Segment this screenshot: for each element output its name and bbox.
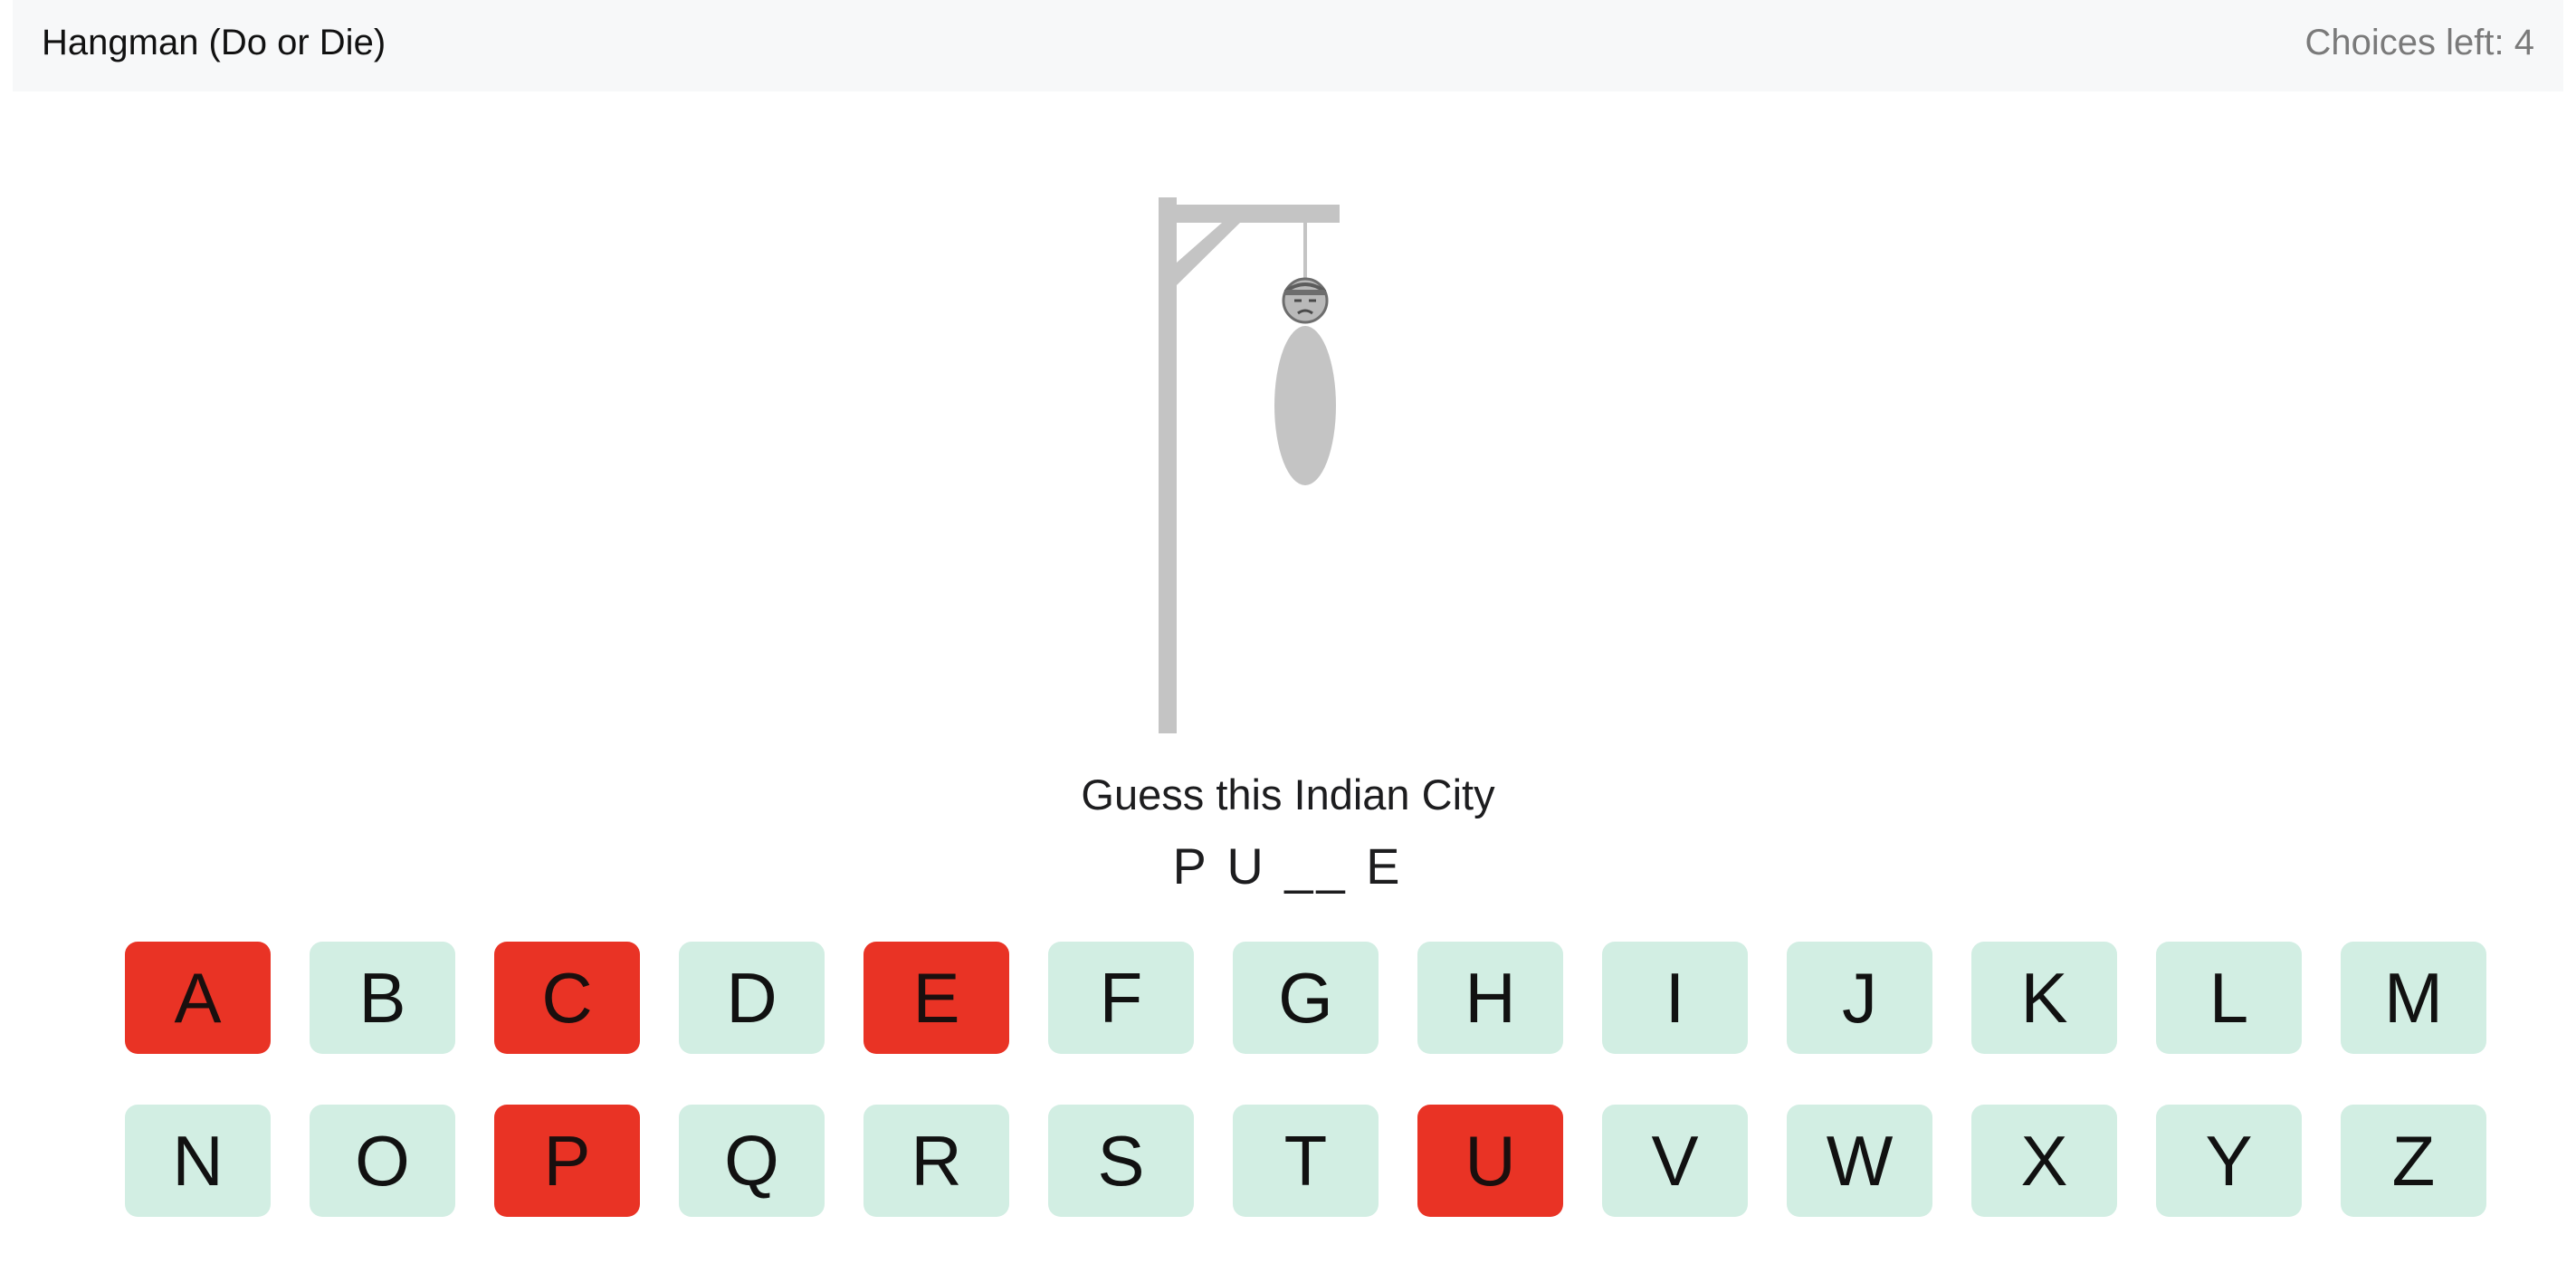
letter-key-a[interactable]: A bbox=[125, 942, 271, 1054]
letter-key-g[interactable]: G bbox=[1233, 942, 1379, 1054]
gallows-post bbox=[1159, 197, 1177, 733]
letter-key-x[interactable]: X bbox=[1971, 1105, 2117, 1217]
letter-key-i[interactable]: I bbox=[1602, 942, 1748, 1054]
letter-key-s[interactable]: S bbox=[1048, 1105, 1194, 1217]
letter-key-o[interactable]: O bbox=[310, 1105, 455, 1217]
letter-key-d[interactable]: D bbox=[679, 942, 825, 1054]
letter-key-e[interactable]: E bbox=[863, 942, 1009, 1054]
category-prompt: Guess this Indian City bbox=[1081, 770, 1495, 818]
letter-key-j[interactable]: J bbox=[1787, 942, 1932, 1054]
keyboard-row-1: A B C D E F G H I J K L M bbox=[125, 942, 2486, 1054]
letter-key-z[interactable]: Z bbox=[2341, 1105, 2486, 1217]
gallows-rope bbox=[1303, 223, 1307, 279]
letter-key-b[interactable]: B bbox=[310, 942, 455, 1054]
letter-key-t[interactable]: T bbox=[1233, 1105, 1379, 1217]
gallows-beam bbox=[1159, 205, 1340, 223]
letter-key-h[interactable]: H bbox=[1417, 942, 1563, 1054]
app-title: Hangman (Do or Die) bbox=[42, 23, 386, 62]
letter-key-u[interactable]: U bbox=[1417, 1105, 1563, 1217]
figure-body bbox=[1274, 326, 1336, 485]
letter-key-l[interactable]: L bbox=[2156, 942, 2302, 1054]
letter-key-r[interactable]: R bbox=[863, 1105, 1009, 1217]
letter-key-p[interactable]: P bbox=[494, 1105, 640, 1217]
top-bar: Hangman (Do or Die) Choices left: 4 bbox=[13, 0, 2563, 91]
letter-key-n[interactable]: N bbox=[125, 1105, 271, 1217]
letter-key-m[interactable]: M bbox=[2341, 942, 2486, 1054]
masked-word: P U __ E bbox=[1172, 838, 1404, 895]
hangman-drawing bbox=[1159, 197, 1340, 733]
letter-key-k[interactable]: K bbox=[1971, 942, 2117, 1054]
gallows-brace bbox=[1177, 223, 1240, 285]
letter-key-f[interactable]: F bbox=[1048, 942, 1194, 1054]
letter-key-q[interactable]: Q bbox=[679, 1105, 825, 1217]
figure-head bbox=[1282, 277, 1329, 324]
letter-key-w[interactable]: W bbox=[1787, 1105, 1932, 1217]
choices-left-counter: Choices left: 4 bbox=[2304, 23, 2534, 62]
keyboard-row-2: N O P Q R S T U V W X Y Z bbox=[125, 1105, 2486, 1217]
letter-key-y[interactable]: Y bbox=[2156, 1105, 2302, 1217]
letter-key-v[interactable]: V bbox=[1602, 1105, 1748, 1217]
letter-key-c[interactable]: C bbox=[494, 942, 640, 1054]
